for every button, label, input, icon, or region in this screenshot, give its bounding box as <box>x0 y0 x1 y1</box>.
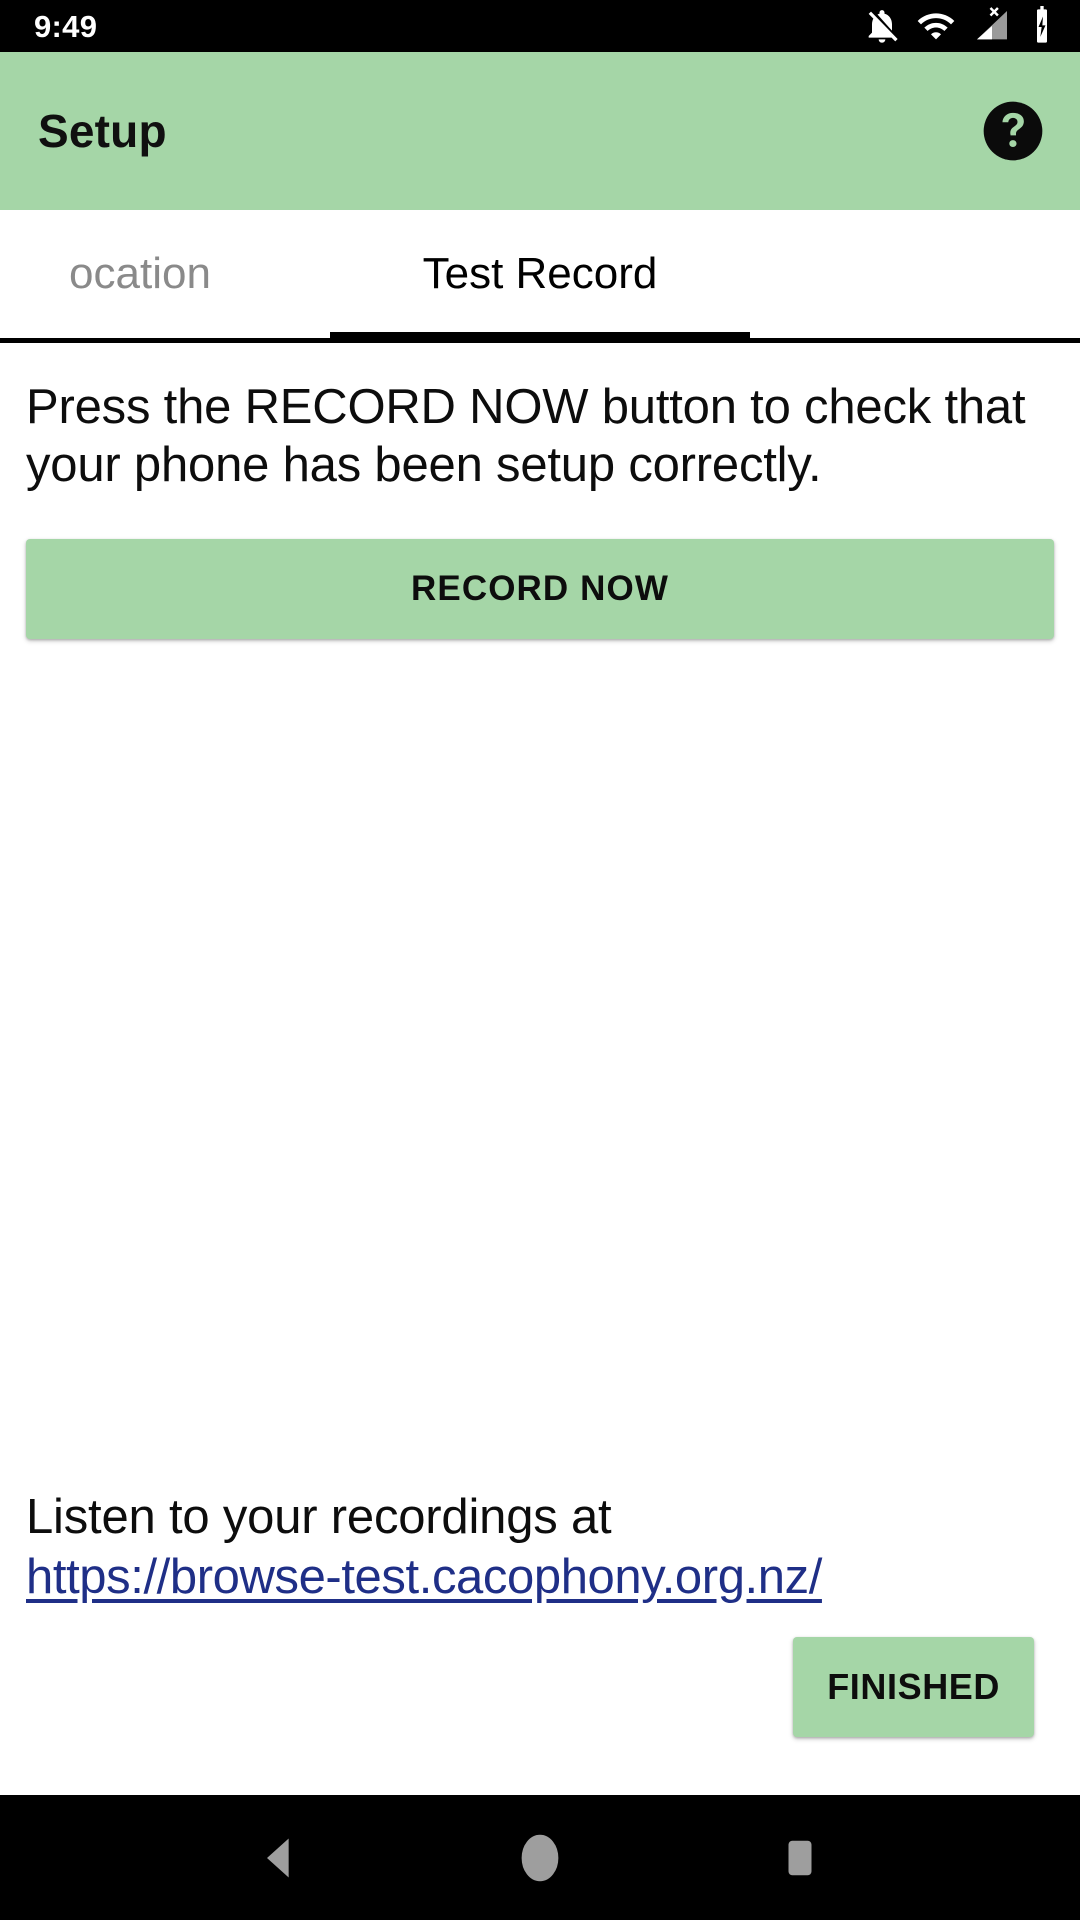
status-bar: 9:49 <box>0 0 1080 52</box>
recordings-link[interactable]: https://browse-test.cacophony.org.nz/ <box>26 1549 1054 1607</box>
instructions-text: Press the RECORD NOW button to check tha… <box>26 380 1026 492</box>
phone-screen: 9:49 Setup ocation Test Record Press the… <box>0 0 1080 1920</box>
app-toolbar: Setup <box>0 52 1080 210</box>
main-content: Press the RECORD NOW button to check tha… <box>0 343 1080 1795</box>
notifications-off-icon <box>862 6 902 46</box>
status-bar-icons <box>862 6 1056 46</box>
tab-location[interactable]: ocation <box>0 210 330 338</box>
battery-charging-icon <box>1028 6 1056 46</box>
listen-instruction-text: Listen to your recordings at <box>26 1490 612 1545</box>
cellular-no-sim-icon <box>970 6 1014 46</box>
home-icon[interactable] <box>495 1813 585 1903</box>
page-title: Setup <box>38 105 167 157</box>
finished-button-row: FINISHED <box>26 1637 1054 1737</box>
finished-button[interactable]: FINISHED <box>793 1637 1034 1737</box>
recents-icon[interactable] <box>755 1813 845 1903</box>
wifi-icon <box>916 6 956 46</box>
tab-test-record[interactable]: Test Record <box>330 210 750 338</box>
record-now-button[interactable]: RECORD NOW <box>26 538 1054 639</box>
status-bar-clock: 9:49 <box>34 8 98 44</box>
tab-bar: ocation Test Record <box>0 210 1080 343</box>
tab-active-indicator <box>330 332 750 343</box>
help-circle-icon[interactable] <box>976 94 1050 168</box>
back-icon[interactable] <box>235 1813 325 1903</box>
android-nav-bar <box>0 1795 1080 1920</box>
